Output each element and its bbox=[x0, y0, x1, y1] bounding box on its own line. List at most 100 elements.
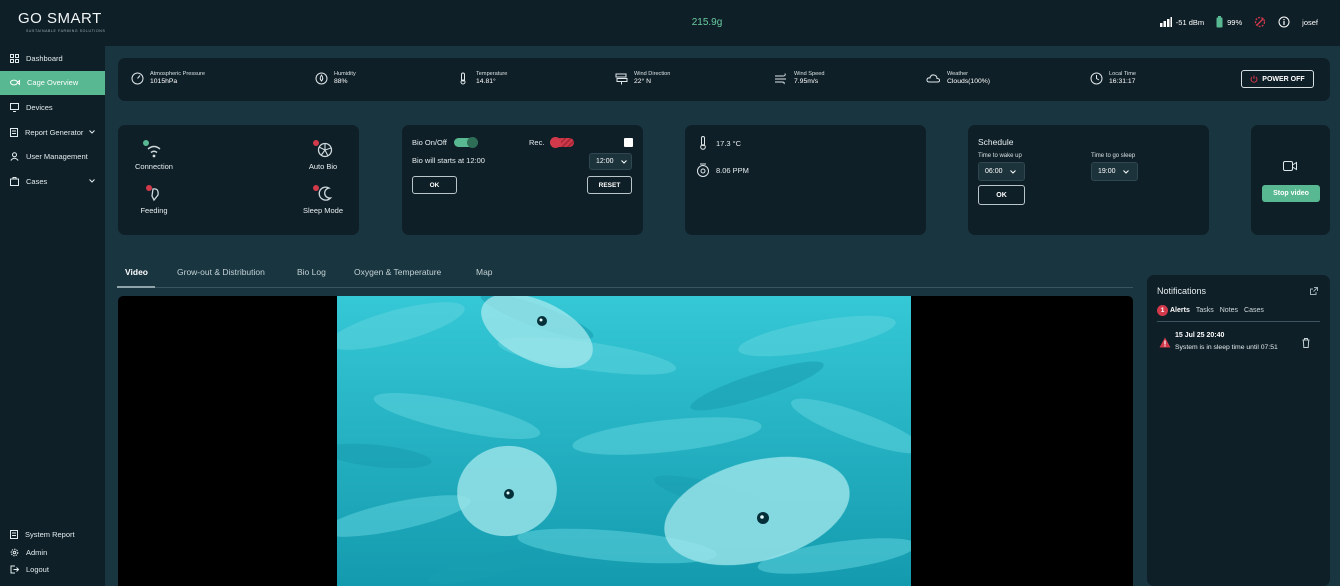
sidebar-item-label: Logout bbox=[26, 565, 49, 575]
tab-grow-out-distribution[interactable]: Grow-out & Distribution bbox=[177, 267, 265, 277]
rec-label: Rec. bbox=[529, 138, 545, 147]
sidebar-item-cage-overview[interactable]: Cage Overview bbox=[0, 70, 105, 96]
sidebar-item-label: Admin bbox=[26, 547, 48, 557]
thermometer-icon bbox=[460, 72, 466, 84]
rec-checkbox[interactable] bbox=[624, 138, 633, 147]
stat-atmospheric-pressure: Atmospheric Pressure 1015hPa bbox=[131, 71, 205, 85]
notification-text: System is in sleep time until 07:51 bbox=[1175, 344, 1278, 351]
auto-bio-status: Auto Bio bbox=[300, 139, 346, 171]
notif-tab-alerts[interactable]: 1 Alerts bbox=[1157, 305, 1190, 316]
stat-value: 7.95m/s bbox=[794, 78, 819, 85]
sidebar-item-report-generator[interactable]: Report Generator bbox=[0, 120, 105, 145]
stat-humidity: Humidity 88% bbox=[315, 71, 356, 85]
sleep-mode-label: Sleep Mode bbox=[302, 206, 344, 215]
notif-tab-label: Alerts bbox=[1170, 307, 1190, 314]
sleep-time-select[interactable]: 19:00 bbox=[1091, 162, 1138, 181]
average-weight: 215.9g bbox=[691, 17, 723, 28]
sidebar: Dashboard Cage Overview Devices Report G… bbox=[0, 46, 105, 586]
sidebar-item-system-report[interactable]: System Report bbox=[0, 526, 105, 544]
power-off-button[interactable]: POWER OFF bbox=[1241, 70, 1314, 88]
notification-time: 15 Jul 25 20:40 bbox=[1175, 332, 1225, 339]
schedule-ok-label: OK bbox=[996, 191, 1007, 199]
sidebar-item-dashboard[interactable]: Dashboard bbox=[0, 46, 105, 71]
underwater-fish-video-image bbox=[337, 296, 911, 586]
stat-label: Humidity bbox=[334, 71, 356, 77]
power-off-label: POWER OFF bbox=[1262, 75, 1305, 83]
bio-toggle[interactable] bbox=[454, 137, 478, 148]
sidebar-item-label: System Report bbox=[25, 530, 75, 540]
chevron-down-icon bbox=[620, 159, 627, 164]
grid-icon bbox=[10, 53, 19, 63]
weather-stats-bar: Atmospheric Pressure 1015hPa Humidity 88% … bbox=[118, 58, 1330, 101]
thermometer-icon bbox=[700, 136, 706, 150]
chevron-down-icon bbox=[89, 179, 95, 183]
connection-alert-icon[interactable] bbox=[1254, 16, 1266, 28]
tab-label: Oxygen & Temperature bbox=[354, 267, 442, 277]
bio-time-value: 12:00 bbox=[596, 158, 614, 165]
auto-bio-label: Auto Bio bbox=[308, 162, 338, 171]
bio-ok-label: OK bbox=[429, 181, 440, 189]
sidebar-item-cases[interactable]: Cases bbox=[0, 169, 105, 194]
stat-label: Temperature bbox=[476, 71, 508, 77]
sidebar-item-logout[interactable]: Logout bbox=[0, 561, 105, 579]
signpost-icon bbox=[615, 73, 628, 84]
sidebar-nav: Dashboard Cage Overview Devices Report G… bbox=[0, 46, 105, 194]
bio-ok-button[interactable]: OK bbox=[412, 176, 457, 194]
sidebar-item-label: User Management bbox=[26, 152, 88, 162]
wake-time-select[interactable]: 06:00 bbox=[978, 162, 1025, 181]
toggle-knob bbox=[467, 137, 478, 148]
stat-label: Weather bbox=[947, 71, 969, 77]
video-player[interactable] bbox=[118, 296, 1133, 586]
stat-label: Local Time bbox=[1109, 71, 1137, 77]
aperture-icon bbox=[313, 140, 333, 158]
notifications-title: Notifications bbox=[1157, 286, 1207, 296]
logo-text: GO SMART bbox=[18, 10, 102, 27]
trash-icon[interactable] bbox=[1302, 338, 1310, 348]
status-card: Connection Auto Bio Feeding Sleep Mode bbox=[118, 125, 359, 235]
power-icon bbox=[1250, 75, 1258, 83]
tab-oxygen-temperature[interactable]: Oxygen & Temperature bbox=[354, 267, 441, 277]
user-icon bbox=[10, 152, 19, 162]
notif-tab-cases[interactable]: Cases bbox=[1244, 307, 1264, 314]
video-camera-icon bbox=[1283, 161, 1297, 171]
sidebar-item-label: Devices bbox=[26, 102, 53, 112]
logo[interactable]: GO SMART SUSTAINABLE FARMING SOLUTIONS bbox=[18, 10, 105, 33]
sidebar-item-devices[interactable]: Devices bbox=[0, 95, 105, 120]
video-control-card: Stop video bbox=[1251, 125, 1330, 235]
user-name[interactable]: josef bbox=[1302, 18, 1318, 27]
stat-label: Atmospheric Pressure bbox=[150, 71, 206, 77]
feeding-status: Feeding bbox=[134, 183, 174, 215]
sidebar-bottom-nav: System Report Admin Logout bbox=[0, 526, 105, 579]
notification-item[interactable]: 15 Jul 25 20:40 System is in sleep time … bbox=[1157, 330, 1320, 360]
sidebar-item-label: Cases bbox=[26, 176, 48, 186]
bio-reset-button[interactable]: RESET bbox=[587, 176, 632, 194]
fish-icon bbox=[10, 79, 20, 86]
sidebar-item-admin[interactable]: Admin bbox=[0, 544, 105, 562]
device-icon bbox=[10, 102, 19, 112]
clock-icon bbox=[1090, 72, 1103, 84]
signal-bars-icon bbox=[1159, 17, 1172, 27]
bio-time-select[interactable]: 12:00 bbox=[589, 153, 632, 170]
external-link-icon[interactable] bbox=[1310, 287, 1318, 295]
signal-value: -51 dBm bbox=[1175, 17, 1205, 27]
notif-tab-notes[interactable]: Notes bbox=[1220, 307, 1238, 314]
sidebar-item-label: Report Generator bbox=[25, 127, 84, 137]
tab-map[interactable]: Map bbox=[476, 267, 493, 277]
notifications-divider bbox=[1157, 321, 1320, 322]
chevron-down-icon bbox=[1122, 169, 1129, 174]
top-bar: GO SMART SUSTAINABLE FARMING SOLUTIONS 2… bbox=[0, 0, 1340, 46]
rec-toggle[interactable] bbox=[550, 137, 574, 148]
connection-label: Connection bbox=[135, 162, 173, 171]
stat-value: 1015hPa bbox=[150, 78, 178, 85]
tab-bio-log[interactable]: Bio Log bbox=[297, 267, 326, 277]
tab-video[interactable]: Video bbox=[125, 267, 148, 277]
tab-label: Bio Log bbox=[297, 267, 326, 277]
sidebar-item-user-management[interactable]: User Management bbox=[0, 144, 105, 169]
info-icon[interactable] bbox=[1278, 16, 1290, 28]
tab-label: Map bbox=[476, 267, 493, 277]
stop-video-button[interactable]: Stop video bbox=[1262, 185, 1320, 202]
tab-label: Grow-out & Distribution bbox=[177, 267, 265, 277]
stop-video-label: Stop video bbox=[1273, 190, 1309, 197]
schedule-ok-button[interactable]: OK bbox=[978, 185, 1025, 205]
notif-tab-tasks[interactable]: Tasks bbox=[1196, 307, 1214, 314]
